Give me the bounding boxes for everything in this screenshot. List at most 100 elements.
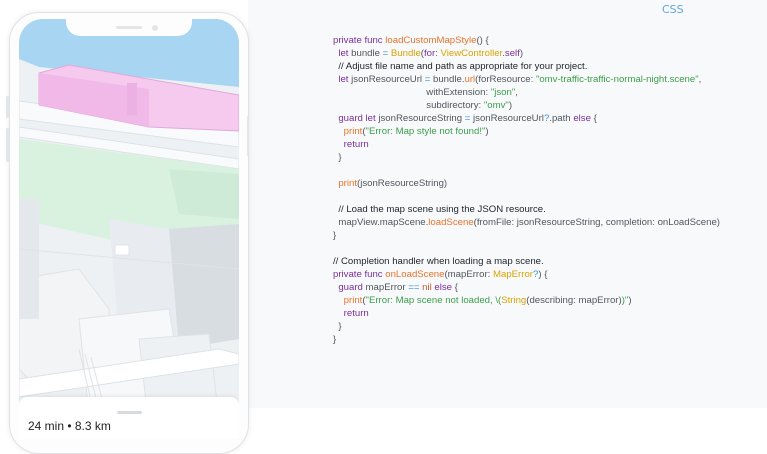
code-token: ) <box>519 48 524 59</box>
drag-handle[interactable] <box>117 411 142 414</box>
code-token: "omv-traffic-traffic-normal-night.scene" <box>535 74 699 85</box>
code-token: // Adjust file name and path as appropri… <box>338 61 588 72</box>
code-line: } <box>333 333 720 346</box>
code-token: guard let <box>338 113 376 124</box>
code-token: () { <box>476 35 489 46</box>
code-token: // Load the map scene using the JSON res… <box>338 204 546 215</box>
code-token: subdirectory: <box>333 100 484 111</box>
code-token: .path <box>549 113 574 124</box>
code-token: ViewController <box>440 48 503 59</box>
code-token: jsonResourceUrl <box>348 74 425 85</box>
code-token: bundle. <box>430 74 465 85</box>
code-line: withExtension: "json", <box>333 86 720 99</box>
code-line: // Adjust file name and path as appropri… <box>333 60 720 73</box>
code-token: print <box>343 126 363 137</box>
code-token: (mapError: <box>444 269 493 280</box>
code-token: , <box>698 74 702 85</box>
code-token: String <box>501 295 527 306</box>
code-token: (fromFile: jsonResourceString, completio… <box>473 217 720 228</box>
code-token: else <box>434 282 452 293</box>
phone-notch <box>66 19 192 36</box>
code-line: // Completion handler when loading a map… <box>333 255 720 268</box>
code-line: private func onLoadScene(mapError: MapEr… <box>333 268 720 281</box>
code-token: { <box>590 113 597 124</box>
map-view[interactable] <box>19 19 239 439</box>
code-token: print <box>338 178 358 189</box>
code-token: jsonResourceUrl <box>470 113 544 124</box>
camera-icon <box>152 25 158 31</box>
code-token: } <box>333 152 342 163</box>
code-line: return <box>333 307 720 320</box>
code-token: (forResource: <box>475 74 536 85</box>
code-line: let jsonResourceUrl = bundle.url(forReso… <box>333 73 720 86</box>
code-token: return <box>343 308 369 319</box>
code-token: let <box>338 74 349 85</box>
code-token: "Error: Map style not found!" <box>365 126 486 137</box>
code-token: for <box>423 48 436 59</box>
code-token: } <box>333 334 337 345</box>
code-line: print("Error: Map style not found!") <box>333 125 720 138</box>
route-sheet[interactable]: 24 min • 8.3 km <box>19 397 239 439</box>
code-token: self <box>504 48 520 59</box>
code-line: mapView.mapScene.loadScene(fromFile: jso… <box>333 216 720 229</box>
bottom-strip <box>248 408 767 431</box>
building-highlighted <box>127 83 137 115</box>
code-line: subdirectory: "omv") <box>333 99 720 112</box>
tab-css[interactable]: CSS <box>662 3 684 16</box>
building <box>169 224 239 349</box>
phone-side-button <box>247 116 249 156</box>
code-token: == <box>408 282 420 293</box>
code-token: return <box>343 139 369 150</box>
code-token: ) <box>508 100 513 111</box>
code-token: ) { <box>538 269 548 280</box>
code-token: mapView.mapScene. <box>333 217 429 228</box>
code-line: guard mapError == nil else { <box>333 281 720 294</box>
code-token: print <box>343 295 363 306</box>
code-line: } <box>333 320 720 333</box>
code-token: nil <box>422 282 432 293</box>
code-token: onLoadScene <box>385 269 445 280</box>
code-line: guard let jsonResourceString = jsonResou… <box>333 112 720 125</box>
code-token: "Error: Map scene not loaded, \( <box>365 295 502 306</box>
building <box>19 199 39 319</box>
code-token: ) <box>485 126 489 137</box>
park-area <box>169 169 239 219</box>
code-line: } <box>333 229 720 242</box>
code-token: else <box>573 113 591 124</box>
code-token: } <box>333 321 342 332</box>
code-line: } <box>333 151 720 164</box>
code-token: private func <box>333 269 386 280</box>
code-token: , <box>515 87 518 98</box>
code-token: loadCustomMapStyle <box>385 35 477 46</box>
code-line: return <box>333 138 720 151</box>
code-line: // Load the map scene using the JSON res… <box>333 203 720 216</box>
code-line: private func loadCustomMapStyle() { <box>333 34 720 47</box>
code-token: private func <box>333 35 386 46</box>
code-token: "json" <box>490 87 516 98</box>
code-token: } <box>333 230 337 241</box>
code-block: private func loadCustomMapStyle() { let … <box>333 34 720 346</box>
phone-side-button <box>6 128 9 162</box>
code-token: Bundle <box>390 48 421 59</box>
code-token: bundle <box>348 48 383 59</box>
code-token: withExtension: <box>333 87 491 98</box>
code-token: url <box>464 74 476 85</box>
speaker-icon <box>116 26 142 29</box>
code-token: jsonResourceString <box>375 113 465 124</box>
phone-side-button <box>6 96 9 118</box>
code-token: { <box>452 282 458 293</box>
code-line: print("Error: Map scene not loaded, \(St… <box>333 294 720 307</box>
code-line: let bundle = Bundle(for: ViewController.… <box>333 47 720 60</box>
code-token: ) <box>628 295 632 306</box>
code-token: let <box>338 48 349 59</box>
building <box>114 244 130 256</box>
code-line: print(jsonResourceString) <box>333 177 720 190</box>
phone-screen: 24 min • 8.3 km <box>19 19 239 439</box>
